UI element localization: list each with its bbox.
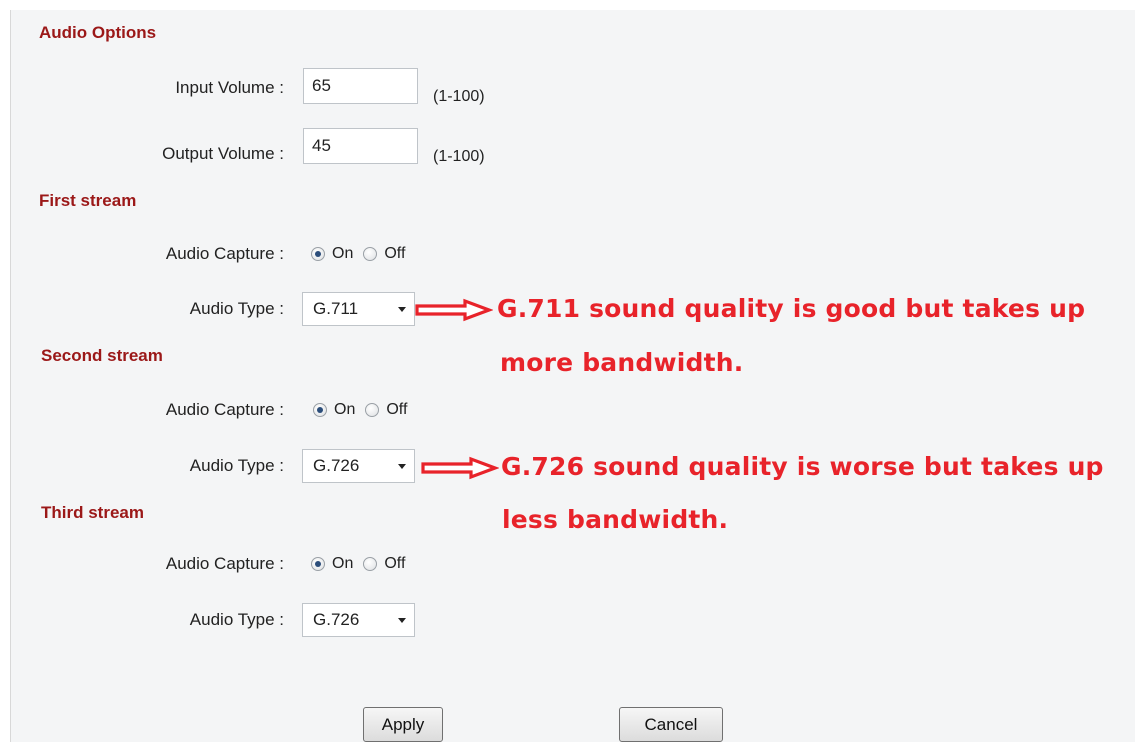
first-stream-annotation-line-2: more bandwidth. [500,348,744,377]
chevron-down-icon [398,463,406,469]
third-stream-capture-on-label: On [332,555,354,572]
second-stream-type-label: Audio Type : [189,456,284,475]
second-stream-annotation-line-2: less bandwidth. [502,505,729,534]
output-volume-range-hint: (1-100) [433,148,485,165]
outline-right-arrow-icon [421,456,499,480]
first-stream-capture-off-label: Off [384,245,406,262]
second-stream-capture-on-radio[interactable] [313,403,327,417]
first-stream-audio-type-select[interactable]: G.711 [302,292,415,326]
first-stream-title: First stream [39,191,137,210]
top-strip [0,0,1135,10]
output-volume-label: Output Volume : [162,144,284,163]
third-stream-capture-label: Audio Capture : [165,554,284,573]
first-stream-annotation-line-1: G.711 sound quality is good but takes up [497,294,1086,323]
apply-button[interactable]: Apply [363,707,443,742]
third-stream-type-label: Audio Type : [189,610,284,629]
second-stream-capture-label: Audio Capture : [165,400,284,419]
first-stream-capture-off-radio[interactable] [363,247,378,261]
third-stream-capture-radio-group: On Off [311,555,415,573]
second-stream-capture-radio-group: On Off [313,401,417,419]
first-stream-capture-radio-group: On Off [311,245,415,263]
first-stream-audio-type-value: G.711 [313,299,359,318]
first-stream-capture-on-label: On [332,245,354,262]
first-stream-capture-label: Audio Capture : [165,244,284,263]
input-volume-range-hint: (1-100) [433,88,485,105]
third-stream-capture-off-label: Off [384,555,406,572]
second-stream-capture-off-label: Off [386,401,408,418]
second-stream-audio-type-value: G.726 [313,456,360,475]
second-stream-audio-type-select[interactable]: G.726 [302,449,415,483]
third-stream-capture-off-radio[interactable] [363,557,378,571]
outline-right-arrow-icon [415,298,493,322]
first-stream-type-label: Audio Type : [189,299,284,318]
chevron-down-icon [398,306,406,312]
first-stream-capture-on-radio[interactable] [311,247,325,261]
second-stream-capture-off-radio[interactable] [365,403,380,417]
cancel-button[interactable]: Cancel [619,707,723,742]
audio-options-title: Audio Options [39,23,157,42]
second-stream-capture-on-label: On [334,401,356,418]
second-stream-annotation-line-1: G.726 sound quality is worse but takes u… [501,452,1104,481]
third-stream-audio-type-select[interactable]: G.726 [302,603,415,637]
chevron-down-icon [398,617,406,623]
output-volume-field[interactable] [303,128,418,164]
third-stream-capture-on-radio[interactable] [311,557,325,571]
third-stream-audio-type-value: G.726 [313,610,360,629]
input-volume-label: Input Volume : [175,78,284,97]
third-stream-title: Third stream [41,503,144,522]
audio-settings-panel: Audio Options Input Volume : (1-100) Out… [10,10,1135,742]
input-volume-field[interactable] [303,68,418,104]
second-stream-title: Second stream [41,346,163,365]
